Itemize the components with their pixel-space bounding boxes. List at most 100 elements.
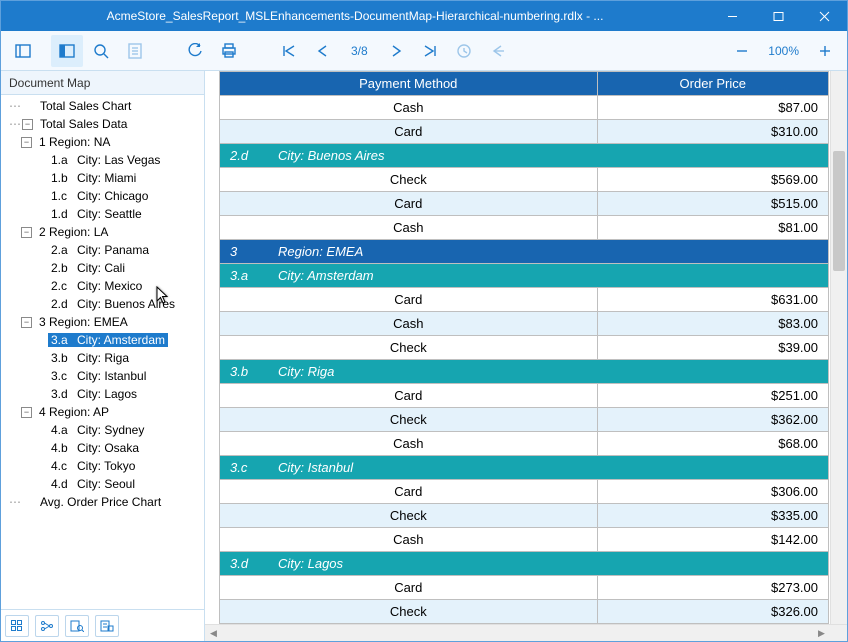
- minimize-button[interactable]: [709, 1, 755, 31]
- city-row: 3.dCity: Lagos: [220, 552, 829, 576]
- tree-toggle-icon[interactable]: −: [21, 227, 32, 238]
- cell-payment: Cash: [220, 432, 598, 456]
- tree-item-avg-chart[interactable]: ⋯Avg. Order Price Chart: [3, 493, 204, 511]
- tree-toggle-icon[interactable]: −: [21, 407, 32, 418]
- tree-item-city[interactable]: 2.dCity: Buenos Aires: [3, 295, 204, 313]
- table-row: Cash$83.00: [220, 312, 829, 336]
- tree-item-region[interactable]: −2 Region: LA: [3, 223, 204, 241]
- tree-item-city[interactable]: 4.cCity: Tokyo: [3, 457, 204, 475]
- cell-payment: Check: [220, 336, 598, 360]
- vertical-scrollbar[interactable]: [830, 71, 847, 624]
- window-titlebar: AcmeStore_SalesReport_MSLEnhancements-Do…: [1, 1, 847, 31]
- tree-toggle-icon[interactable]: −: [21, 137, 32, 148]
- table-row: Card$251.00: [220, 384, 829, 408]
- close-button[interactable]: [801, 1, 847, 31]
- tree-item-city[interactable]: 3.dCity: Lagos: [3, 385, 204, 403]
- table-row: Cash$68.00: [220, 432, 829, 456]
- parameters-button[interactable]: [95, 615, 119, 637]
- back-button[interactable]: [482, 35, 514, 67]
- tree-item-region[interactable]: −1 Region: NA: [3, 133, 204, 151]
- city-row: 2.dCity: Buenos Aires: [220, 144, 829, 168]
- tree-toggle-icon[interactable]: −: [21, 317, 32, 328]
- tree-item-city[interactable]: 2.cCity: Mexico: [3, 277, 204, 295]
- tree-item-total-chart[interactable]: ⋯Total Sales Chart: [3, 97, 204, 115]
- cell-payment: Card: [220, 480, 598, 504]
- horizontal-scrollbar[interactable]: ◀ ▶: [205, 624, 847, 641]
- search-results-button[interactable]: [65, 615, 89, 637]
- cell-payment: Check: [220, 504, 598, 528]
- col-header-price: Order Price: [597, 72, 828, 96]
- cell-payment: Check: [220, 408, 598, 432]
- table-row: Check$335.00: [220, 504, 829, 528]
- cell-price: $310.00: [597, 120, 828, 144]
- tree-item-city[interactable]: 3.cCity: Istanbul: [3, 367, 204, 385]
- tree-item-region[interactable]: −3 Region: EMEA: [3, 313, 204, 331]
- prev-page-button[interactable]: [307, 35, 339, 67]
- cell-price: $87.00: [597, 96, 828, 120]
- tree-item-city[interactable]: 3.bCity: Riga: [3, 349, 204, 367]
- cell-payment: Card: [220, 576, 598, 600]
- cell-price: $326.00: [597, 600, 828, 624]
- cell-payment: Cash: [220, 528, 598, 552]
- galley-button[interactable]: [119, 35, 151, 67]
- tree-item-city[interactable]: 1.aCity: Las Vegas: [3, 151, 204, 169]
- cell-price: $335.00: [597, 504, 828, 528]
- table-row: Check$569.00: [220, 168, 829, 192]
- tree-item-city[interactable]: 1.dCity: Seattle: [3, 205, 204, 223]
- zoom-in-button[interactable]: [809, 35, 841, 67]
- zoom-level[interactable]: 100%: [758, 44, 809, 58]
- toolbar: 3/8 100%: [1, 31, 847, 71]
- region-row: 3Region: EMEA: [220, 240, 829, 264]
- cell-price: $362.00: [597, 408, 828, 432]
- table-row: Check$362.00: [220, 408, 829, 432]
- tree-item-region[interactable]: −4 Region: AP: [3, 403, 204, 421]
- refresh-button[interactable]: [179, 35, 211, 67]
- cell-price: $142.00: [597, 528, 828, 552]
- find-button[interactable]: [85, 35, 117, 67]
- tree-item-city[interactable]: 4.bCity: Osaka: [3, 439, 204, 457]
- main-area: Document Map ⋯Total Sales Chart⋯−Total S…: [1, 71, 847, 641]
- document-map-tree[interactable]: ⋯Total Sales Chart⋯−Total Sales Data−1 R…: [1, 95, 204, 609]
- tree-toggle-icon[interactable]: −: [22, 119, 33, 130]
- cell-price: $39.00: [597, 336, 828, 360]
- tree-item-city[interactable]: 4.dCity: Seoul: [3, 475, 204, 493]
- report-viewer: Payment Method Order Price Cash$87.00Car…: [205, 71, 847, 641]
- table-row: Check$39.00: [220, 336, 829, 360]
- sidebar-toggle-button[interactable]: [7, 35, 39, 67]
- cell-price: $83.00: [597, 312, 828, 336]
- cell-price: $631.00: [597, 288, 828, 312]
- next-page-button[interactable]: [380, 35, 412, 67]
- table-row: Card$306.00: [220, 480, 829, 504]
- table-row: Cash$87.00: [220, 96, 829, 120]
- window-title: AcmeStore_SalesReport_MSLEnhancements-Do…: [1, 9, 709, 23]
- first-page-button[interactable]: [273, 35, 305, 67]
- city-row: 3.bCity: Riga: [220, 360, 829, 384]
- tree-item-city[interactable]: 2.aCity: Panama: [3, 241, 204, 259]
- panel-toggle-button[interactable]: [51, 35, 83, 67]
- tree-item-city[interactable]: 1.cCity: Chicago: [3, 187, 204, 205]
- cell-price: $569.00: [597, 168, 828, 192]
- cell-payment: Check: [220, 168, 598, 192]
- zoom-out-button[interactable]: [726, 35, 758, 67]
- tree-view-button[interactable]: [35, 615, 59, 637]
- last-page-button[interactable]: [414, 35, 446, 67]
- cell-payment: Card: [220, 384, 598, 408]
- scroll-left-icon[interactable]: ◀: [205, 625, 222, 641]
- tree-item-city[interactable]: 3.aCity: Amsterdam: [3, 331, 204, 349]
- thumbnails-view-button[interactable]: [5, 615, 29, 637]
- maximize-button[interactable]: [755, 1, 801, 31]
- scroll-right-icon[interactable]: ▶: [813, 625, 830, 641]
- history-button[interactable]: [448, 35, 480, 67]
- tree-item-city[interactable]: 4.aCity: Sydney: [3, 421, 204, 439]
- cell-payment: Cash: [220, 96, 598, 120]
- table-row: Check$326.00: [220, 600, 829, 624]
- tree-item-city[interactable]: 2.bCity: Cali: [3, 259, 204, 277]
- tree-item-city[interactable]: 1.bCity: Miami: [3, 169, 204, 187]
- cell-price: $515.00: [597, 192, 828, 216]
- cell-price: $251.00: [597, 384, 828, 408]
- page-indicator[interactable]: 3/8: [341, 44, 378, 58]
- table-row: Card$515.00: [220, 192, 829, 216]
- print-button[interactable]: [213, 35, 245, 67]
- tree-item-total-data[interactable]: ⋯−Total Sales Data: [3, 115, 204, 133]
- cell-payment: Card: [220, 192, 598, 216]
